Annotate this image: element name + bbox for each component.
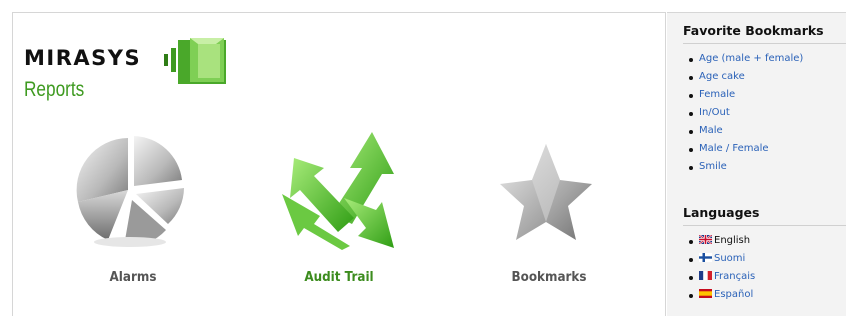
list-item: In/Out (689, 104, 846, 122)
bookmark-link[interactable]: Male / Female (699, 143, 769, 154)
languages-list: English Suomi Français Español (667, 232, 846, 304)
list-item: Male (689, 122, 846, 140)
language-link-suomi[interactable]: Suomi (714, 253, 745, 264)
favorite-bookmarks-list: Age (male + female) Age cake Female In/O… (667, 50, 846, 176)
logo-mark-icon (164, 38, 226, 84)
bookmark-link[interactable]: Age (male + female) (699, 53, 803, 64)
favorite-bookmarks-heading: Favorite Bookmarks (683, 23, 824, 38)
languages-section: Languages English Suomi Français Español (667, 205, 846, 304)
language-link-francais[interactable]: Français (714, 271, 755, 282)
bookmark-link[interactable]: Age cake (699, 71, 745, 82)
sync-arrows-icon (282, 132, 394, 250)
mirasys-logo: MIRASYS Reports (24, 34, 234, 104)
divider (683, 43, 846, 44)
bookmark-link[interactable]: Smile (699, 161, 727, 172)
logo-wordmark: MIRASYS (24, 46, 142, 70)
language-link-english[interactable]: English (714, 235, 750, 246)
star-icon (500, 144, 592, 240)
list-item: Smile (689, 158, 846, 176)
alarms-label: Alarms (109, 270, 157, 285)
list-item: English (689, 232, 846, 250)
audit-trail-tile[interactable]: Audit Trail (254, 130, 424, 300)
list-item: Age (male + female) (689, 50, 846, 68)
list-item: Age cake (689, 68, 846, 86)
list-item: Suomi (689, 250, 846, 268)
france-flag-icon (699, 271, 712, 280)
list-item: Français (689, 268, 846, 286)
pie-chart-icon (76, 136, 184, 247)
bookmarks-tile[interactable]: Bookmarks (464, 130, 634, 300)
language-link-espanol[interactable]: Español (714, 289, 753, 300)
bookmark-link[interactable]: Male (699, 125, 723, 136)
bookmarks-label: Bookmarks (511, 270, 587, 285)
list-item: Male / Female (689, 140, 846, 158)
uk-flag-icon (699, 235, 712, 244)
finland-flag-icon (699, 253, 712, 262)
bookmark-link[interactable]: Female (699, 89, 735, 100)
divider (683, 225, 846, 226)
bookmark-link[interactable]: In/Out (699, 107, 730, 118)
sidebar: Favorite Bookmarks Age (male + female) A… (667, 12, 846, 316)
spain-flag-icon (699, 289, 712, 298)
list-item: Female (689, 86, 846, 104)
list-item: Español (689, 286, 846, 304)
logo-subtitle: Reports (24, 78, 85, 101)
languages-heading: Languages (683, 205, 760, 220)
audit-trail-label: Audit Trail (304, 270, 374, 285)
alarms-tile[interactable]: Alarms (48, 130, 218, 300)
